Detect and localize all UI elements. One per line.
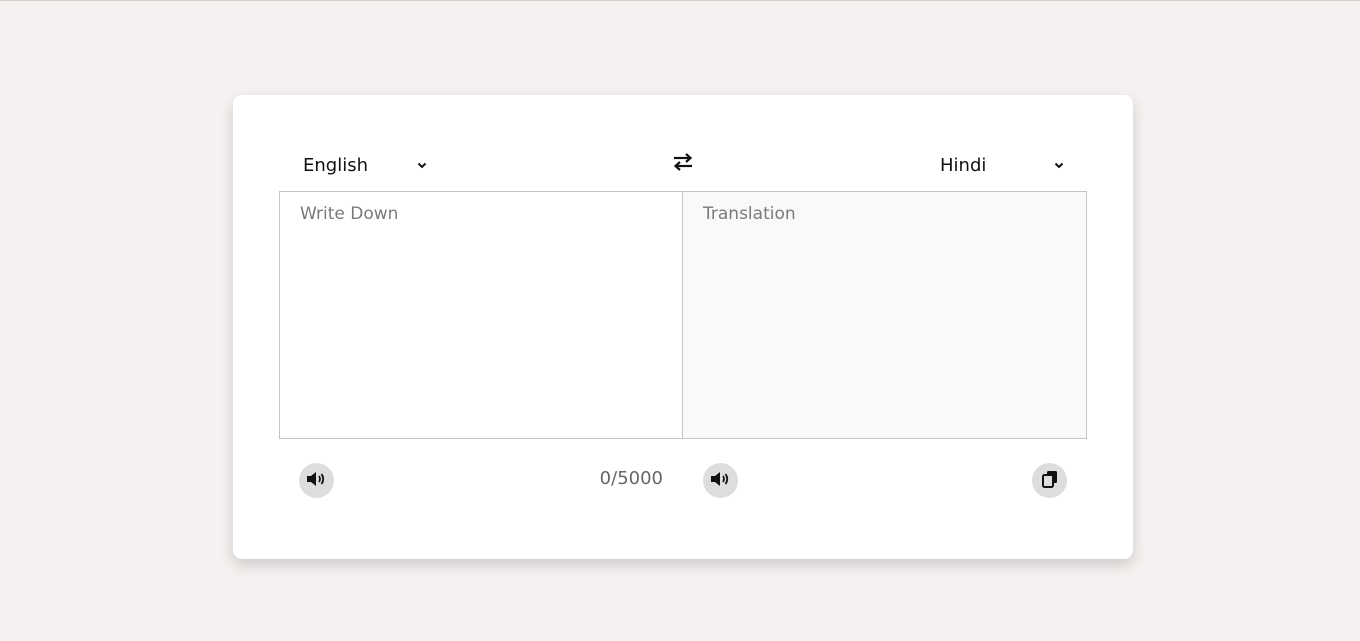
top-divider bbox=[0, 0, 1360, 1]
speaker-icon bbox=[710, 470, 732, 492]
speak-translation-button[interactable] bbox=[703, 463, 738, 498]
copy-icon bbox=[1041, 470, 1059, 492]
speaker-icon bbox=[306, 470, 328, 492]
swap-languages-button[interactable] bbox=[670, 151, 696, 177]
target-language-select[interactable]: Hindi bbox=[940, 152, 1066, 178]
source-text-box bbox=[279, 191, 683, 439]
copy-translation-button[interactable] bbox=[1032, 463, 1067, 498]
source-language-select[interactable]: English bbox=[303, 152, 429, 178]
swap-arrows-icon bbox=[671, 150, 695, 178]
translation-text-box bbox=[682, 191, 1087, 439]
chevron-down-icon bbox=[415, 152, 429, 178]
source-language-label: English bbox=[303, 154, 368, 176]
character-count: 0/5000 bbox=[599, 468, 663, 489]
target-language-label: Hindi bbox=[940, 154, 987, 176]
speak-source-button[interactable] bbox=[299, 463, 334, 498]
translation-output[interactable] bbox=[683, 192, 1086, 438]
source-text-input[interactable] bbox=[280, 192, 682, 438]
chevron-down-icon bbox=[1052, 152, 1066, 178]
